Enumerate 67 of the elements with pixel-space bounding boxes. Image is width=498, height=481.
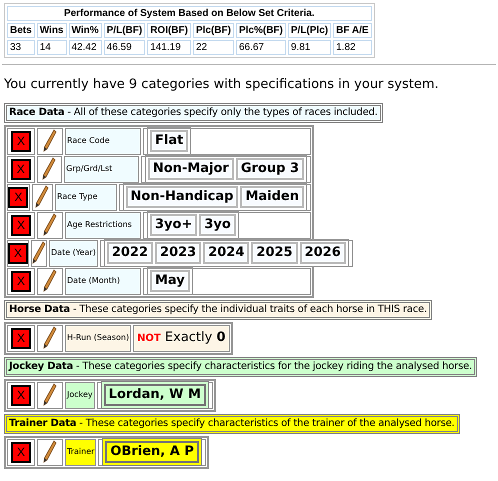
category-label: Date (Month) (65, 268, 141, 294)
column-header: Win% (68, 23, 102, 38)
category-label: Race Type (54, 184, 117, 210)
category-label: Date (Year) (49, 240, 98, 266)
column-header: Plc(BF) (192, 23, 234, 38)
pencil-icon[interactable] (42, 157, 56, 181)
table-cell: 22 (192, 40, 234, 55)
summary-text: You currently have 9 categories with specifications in your system. (4, 76, 440, 94)
table-cell: 14 (36, 40, 66, 55)
value-tag: 2025 (251, 242, 298, 264)
value-tag: 3yo+ (150, 214, 198, 236)
delete-button[interactable]: X (11, 384, 31, 406)
value-tag: 2024 (203, 242, 250, 264)
pencil-icon[interactable] (43, 326, 57, 350)
section-header: Race Data - All of these categories specify only the types of races included. (4, 102, 383, 122)
table-cell: 1.82 (333, 40, 372, 55)
table-cell: 42.42 (68, 40, 102, 55)
category-label: Age Restrictions (65, 212, 141, 238)
table-cell: 46.59 (104, 40, 146, 55)
delete-button[interactable]: X (8, 186, 28, 208)
value-tag: 2023 (155, 242, 202, 264)
category-label: Trainer (65, 438, 96, 466)
condition-text: NOT Exactly 0 (137, 329, 226, 348)
value-tag: Flat (150, 130, 188, 152)
value-tag: Maiden (240, 186, 304, 208)
value-tag: Non-Handicap (126, 186, 238, 208)
pencil-icon[interactable] (32, 241, 46, 265)
column-header: BF A/E (333, 23, 372, 38)
delete-button[interactable]: X (11, 130, 31, 152)
delete-button[interactable]: X (11, 328, 31, 348)
category-label: H-Run (Season) (65, 324, 132, 352)
pencil-icon[interactable] (43, 129, 57, 153)
pencil-icon[interactable] (43, 440, 57, 464)
column-header: Wins (36, 23, 66, 38)
category-label: Grp/Grd/Lst (64, 156, 139, 182)
value-tag: Lordan, W M (104, 384, 206, 406)
category-label: Race Code (65, 128, 141, 154)
value-tag: Group 3 (236, 158, 304, 180)
table-cell: 33 (7, 40, 35, 55)
table-title: Performance of System Based on Below Set Criteria. (7, 6, 372, 21)
delete-button[interactable]: X (11, 270, 31, 292)
value-tag: 3yo (199, 214, 236, 236)
column-header: P/L(Plc) (288, 23, 332, 38)
column-header: Plc%(BF) (236, 23, 286, 38)
category-label: Jockey (65, 382, 95, 408)
value-tag: OBrien, A P (105, 441, 199, 463)
delete-button[interactable]: X (10, 158, 31, 180)
table-cell: 66.67 (236, 40, 286, 55)
pencil-icon[interactable] (43, 383, 57, 407)
value-tag: 2022 (106, 242, 154, 264)
value-tag: 2026 (300, 242, 346, 264)
pencil-icon[interactable] (43, 213, 57, 237)
delete-button[interactable]: X (11, 442, 31, 462)
section-header: Jockey Data - These categories specify characteristics for the jockey riding the analysed horse. (4, 356, 478, 376)
pencil-icon[interactable] (43, 269, 57, 293)
delete-button[interactable]: X (8, 242, 28, 264)
table-cell: 141.19 (147, 40, 191, 55)
column-header: ROI(BF) (147, 23, 191, 38)
column-header: Bets (7, 23, 35, 38)
value-tag: May (150, 270, 190, 292)
table-cell: 9.81 (288, 40, 332, 55)
section-header: Horse Data - These categories specify the individual traits of each horse in THIS race. (4, 300, 432, 320)
section-header: Trainer Data - These categories specify characteristics of the trainer of the analysed horse. (4, 414, 460, 434)
column-header: P/L(BF) (104, 23, 146, 38)
pencil-icon[interactable] (35, 185, 50, 209)
delete-button[interactable]: X (11, 214, 31, 236)
value-tag: Non-Major (148, 158, 234, 180)
